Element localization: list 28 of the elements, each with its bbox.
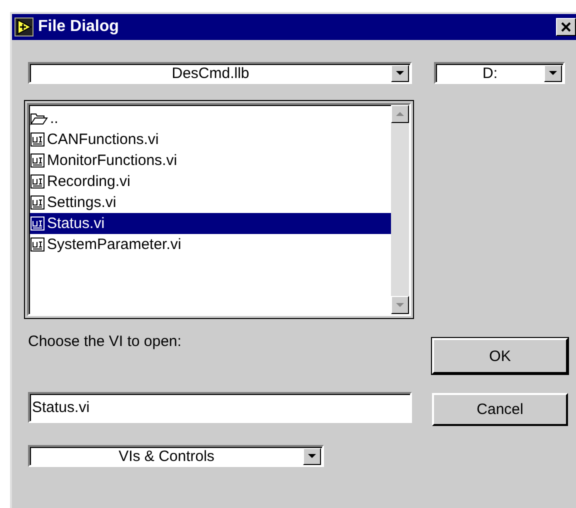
vi-file-icon — [30, 195, 45, 210]
scroll-up-icon[interactable] — [391, 105, 409, 123]
filter-dropdown[interactable]: VIs & Controls — [28, 445, 324, 467]
window-title: File Dialog — [38, 18, 119, 36]
vi-file-icon — [30, 174, 45, 189]
file-list-item[interactable]: CANFunctions.vi — [30, 129, 391, 150]
file-list-item[interactable]: .. — [30, 108, 391, 129]
folder-icon — [30, 112, 48, 126]
filename-field[interactable]: Status.vi — [28, 392, 412, 423]
vi-file-icon — [30, 153, 45, 168]
vi-file-icon — [30, 237, 45, 252]
drive-dropdown[interactable]: D: — [434, 62, 565, 84]
ok-button[interactable]: OK — [432, 338, 568, 374]
file-list-item[interactable]: Status.vi — [30, 213, 391, 234]
file-list-item[interactable]: SystemParameter.vi — [30, 234, 391, 255]
scroll-down-icon[interactable] — [391, 296, 409, 314]
prompt-label: Choose the VI to open: — [28, 333, 182, 350]
file-list-item[interactable]: MonitorFunctions.vi — [30, 150, 391, 171]
vi-file-icon — [30, 132, 45, 147]
vi-logo-icon — [14, 17, 34, 37]
cancel-button[interactable]: Cancel — [432, 393, 568, 426]
vi-file-icon — [30, 216, 45, 231]
file-list-item[interactable]: Settings.vi — [30, 192, 391, 213]
scrollbar[interactable] — [391, 105, 409, 314]
path-dropdown[interactable]: DesCmd.llb — [28, 62, 412, 84]
close-button[interactable] — [556, 18, 576, 36]
close-icon — [561, 22, 571, 32]
file-list-item[interactable]: Recording.vi — [30, 171, 391, 192]
